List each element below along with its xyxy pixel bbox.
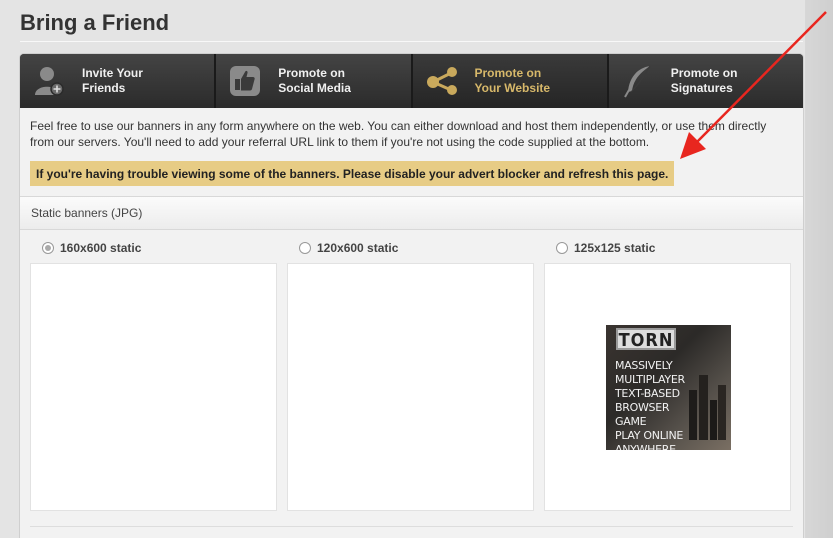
radio-button[interactable]: [299, 242, 311, 254]
user-add-icon: [32, 64, 66, 98]
tab-bar: Invite Your Friends Promote on Social Me…: [20, 54, 803, 108]
feather-icon: [621, 64, 655, 98]
banner-option: 160x600 static: [30, 240, 277, 511]
tab-signatures[interactable]: Promote on Signatures: [608, 54, 803, 108]
torn-banner-image[interactable]: TORN MASSIVELY MULTIPLAYER TEXT-BASED BR…: [606, 325, 731, 450]
banner-preview: [287, 263, 534, 511]
row-divider: [30, 526, 793, 527]
thumbs-up-icon: [228, 64, 262, 98]
banner-grid: 160x600 static 120x600 static 125x125 st…: [20, 230, 803, 511]
tab-signatures-label: Promote on Signatures: [670, 66, 738, 95]
share-icon: [425, 64, 459, 98]
tab-invite-friends-label: Invite Your Friends: [82, 66, 143, 95]
tab-social-media-label: Promote on Social Media: [278, 66, 351, 95]
torn-logo: TORN: [616, 328, 676, 351]
banner-option: 120x600 static: [287, 240, 534, 511]
radio-button[interactable]: [556, 242, 568, 254]
banner-preview: TORN MASSIVELY MULTIPLAYER TEXT-BASED BR…: [544, 263, 791, 511]
intro-text: Feel free to use our banners in any form…: [30, 119, 767, 149]
tab-invite-friends[interactable]: Invite Your Friends: [20, 54, 217, 108]
tab-your-website-label: Promote on Your Website: [474, 66, 551, 95]
page-background-edge: [805, 0, 833, 538]
banner-option: 125x125 static TORN MASSIVELY MULTIPLAYE…: [544, 240, 791, 511]
page-title: Bring a Friend: [20, 10, 170, 35]
title-divider: [20, 41, 803, 42]
section-header-static-banners: Static banners (JPG): [20, 196, 803, 230]
tab-your-website[interactable]: Promote on Your Website: [412, 54, 609, 108]
banner-radio-row[interactable]: 125x125 static: [556, 240, 791, 256]
banner-size-label: 125x125 static: [574, 241, 656, 255]
banner-preview: [30, 263, 277, 511]
banner-size-label: 120x600 static: [317, 241, 399, 255]
referral-panel: Invite Your Friends Promote on Social Me…: [19, 53, 804, 538]
banner-size-label: 160x600 static: [60, 241, 142, 255]
torn-tagline: MASSIVELY MULTIPLAYER TEXT-BASED BROWSER…: [615, 359, 685, 450]
radio-button[interactable]: [42, 242, 54, 254]
adblock-notice: If you're having trouble viewing some of…: [30, 161, 675, 186]
banner-radio-row[interactable]: 120x600 static: [299, 240, 534, 256]
banner-radio-row[interactable]: 160x600 static: [42, 240, 277, 256]
tab-social-media[interactable]: Promote on Social Media: [216, 54, 413, 108]
